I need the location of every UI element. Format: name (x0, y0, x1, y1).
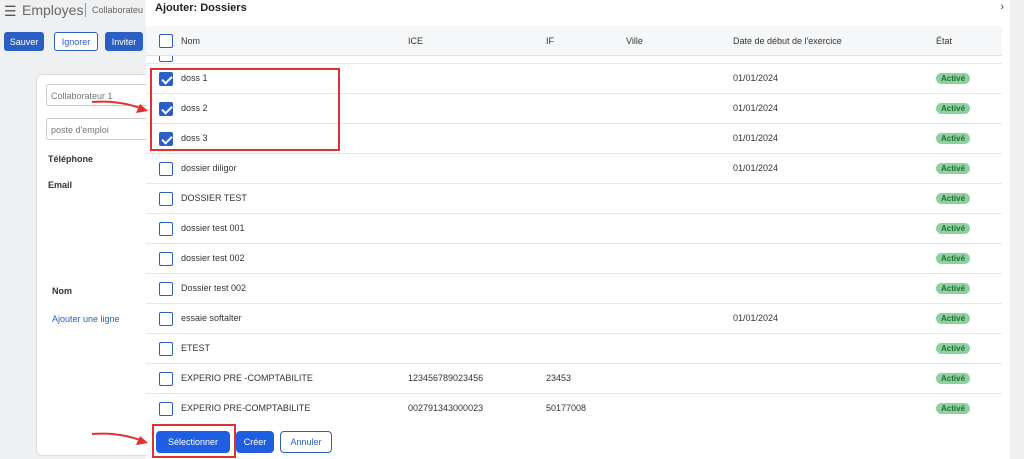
status-badge: Activé (936, 223, 971, 234)
cell-if: 23453 (546, 373, 572, 383)
cell-nom: essaie softalter (181, 313, 242, 323)
row-checkbox[interactable] (159, 342, 173, 356)
page-title: Employes (22, 2, 84, 18)
row-checkbox[interactable] (159, 192, 173, 206)
cell-nom: EXPERIO PRE-COMPTABILITE (181, 403, 311, 413)
modal-title: Ajouter: Dossiers (155, 2, 247, 14)
table-row[interactable]: EXPERIO PRE-COMPTABILITE 002791343000023 5… (146, 394, 1002, 422)
column-header-ville[interactable]: Ville (626, 36, 643, 46)
column-header-ice[interactable]: ICE (408, 36, 423, 46)
create-button[interactable]: Créer (236, 431, 274, 453)
cell-ice: 123456789023456 (408, 373, 484, 383)
cell-nom: DOSSIER TEST (181, 193, 247, 203)
status-badge: Activé (936, 373, 971, 384)
row-checkbox[interactable] (159, 56, 173, 62)
row-checkbox[interactable] (159, 312, 173, 326)
breadcrumb-divider (85, 3, 86, 17)
job-title-field[interactable]: poste d'emploi (46, 118, 150, 140)
cell-if: 50177008 (546, 403, 587, 413)
status-badge: Activé (936, 133, 971, 144)
cell-nom: EXPERIO PRE -COMPTABILITE (181, 373, 313, 383)
status-badge: Activé (936, 403, 971, 414)
cancel-button[interactable]: Annuler (280, 431, 332, 453)
arrow-icon (91, 432, 148, 445)
table-row[interactable]: dossier diligor 01/01/2024 Activé (146, 154, 1002, 184)
table-row[interactable]: DOSSIER TEST Activé (146, 184, 1002, 214)
add-line-link[interactable]: Ajouter une ligne (52, 314, 120, 324)
status-badge: Activé (936, 283, 971, 294)
cell-date: 01/01/2024 (733, 163, 779, 173)
email-label: Email (48, 180, 73, 190)
column-header-date[interactable]: Date de début de l'exercice (733, 36, 842, 46)
status-badge: Activé (936, 313, 971, 324)
arrow-icon (91, 100, 148, 113)
row-checkbox[interactable] (159, 402, 173, 416)
table-row-partial (146, 56, 1002, 64)
table-row[interactable]: dossier test 002 Activé (146, 244, 1002, 274)
cell-date: 01/01/2024 (733, 133, 779, 143)
column-header-nom[interactable]: Nom (181, 36, 200, 46)
table-header: Nom ICE IF Ville Date de début de l'exer… (146, 26, 1002, 56)
cell-date: 01/01/2024 (733, 73, 779, 83)
phone-label: Téléphone (48, 154, 94, 164)
row-checkbox[interactable] (159, 252, 173, 266)
highlight-box-select-button (152, 424, 236, 458)
chevron-right-icon[interactable]: › (1000, 1, 1004, 13)
cell-nom: dossier diligor (181, 163, 237, 173)
invite-button[interactable]: Inviter (105, 32, 143, 51)
table-row[interactable]: dossier test 001 Activé (146, 214, 1002, 244)
cell-date: 01/01/2024 (733, 103, 779, 113)
column-header-if[interactable]: IF (546, 36, 554, 46)
status-badge: Activé (936, 343, 971, 354)
status-badge: Activé (936, 193, 971, 204)
table-row[interactable]: EXPERIO PRE -COMPTABILITE 123456789023456… (146, 364, 1002, 394)
save-button[interactable]: Sauver (4, 32, 44, 51)
cell-nom: dossier test 002 (181, 253, 245, 263)
status-badge: Activé (936, 103, 971, 114)
breadcrumb[interactable]: Collaborateu (92, 5, 143, 15)
table-row[interactable]: essaie softalter 01/01/2024 Activé (146, 304, 1002, 334)
status-badge: Activé (936, 253, 971, 264)
row-checkbox[interactable] (159, 162, 173, 176)
cell-ice: 002791343000023 (408, 403, 484, 413)
status-badge: Activé (936, 163, 971, 174)
row-checkbox[interactable] (159, 222, 173, 236)
select-all-checkbox[interactable] (159, 34, 173, 48)
cell-nom: ETEST (181, 343, 211, 353)
menu-icon[interactable]: ☰ (4, 3, 17, 20)
ignore-button[interactable]: Ignorer (54, 32, 98, 51)
highlight-box-selected-rows (150, 68, 340, 151)
cell-nom: Dossier test 002 (181, 283, 247, 293)
cell-date: 01/01/2024 (733, 313, 779, 323)
table-row[interactable]: Dossier test 002 Activé (146, 274, 1002, 304)
status-badge: Activé (936, 73, 971, 84)
name-column-label: Nom (52, 286, 72, 296)
cell-nom: dossier test 001 (181, 223, 245, 233)
row-checkbox[interactable] (159, 372, 173, 386)
table-row[interactable]: ETEST Activé (146, 334, 1002, 364)
row-checkbox[interactable] (159, 282, 173, 296)
column-header-etat[interactable]: État (936, 36, 952, 46)
